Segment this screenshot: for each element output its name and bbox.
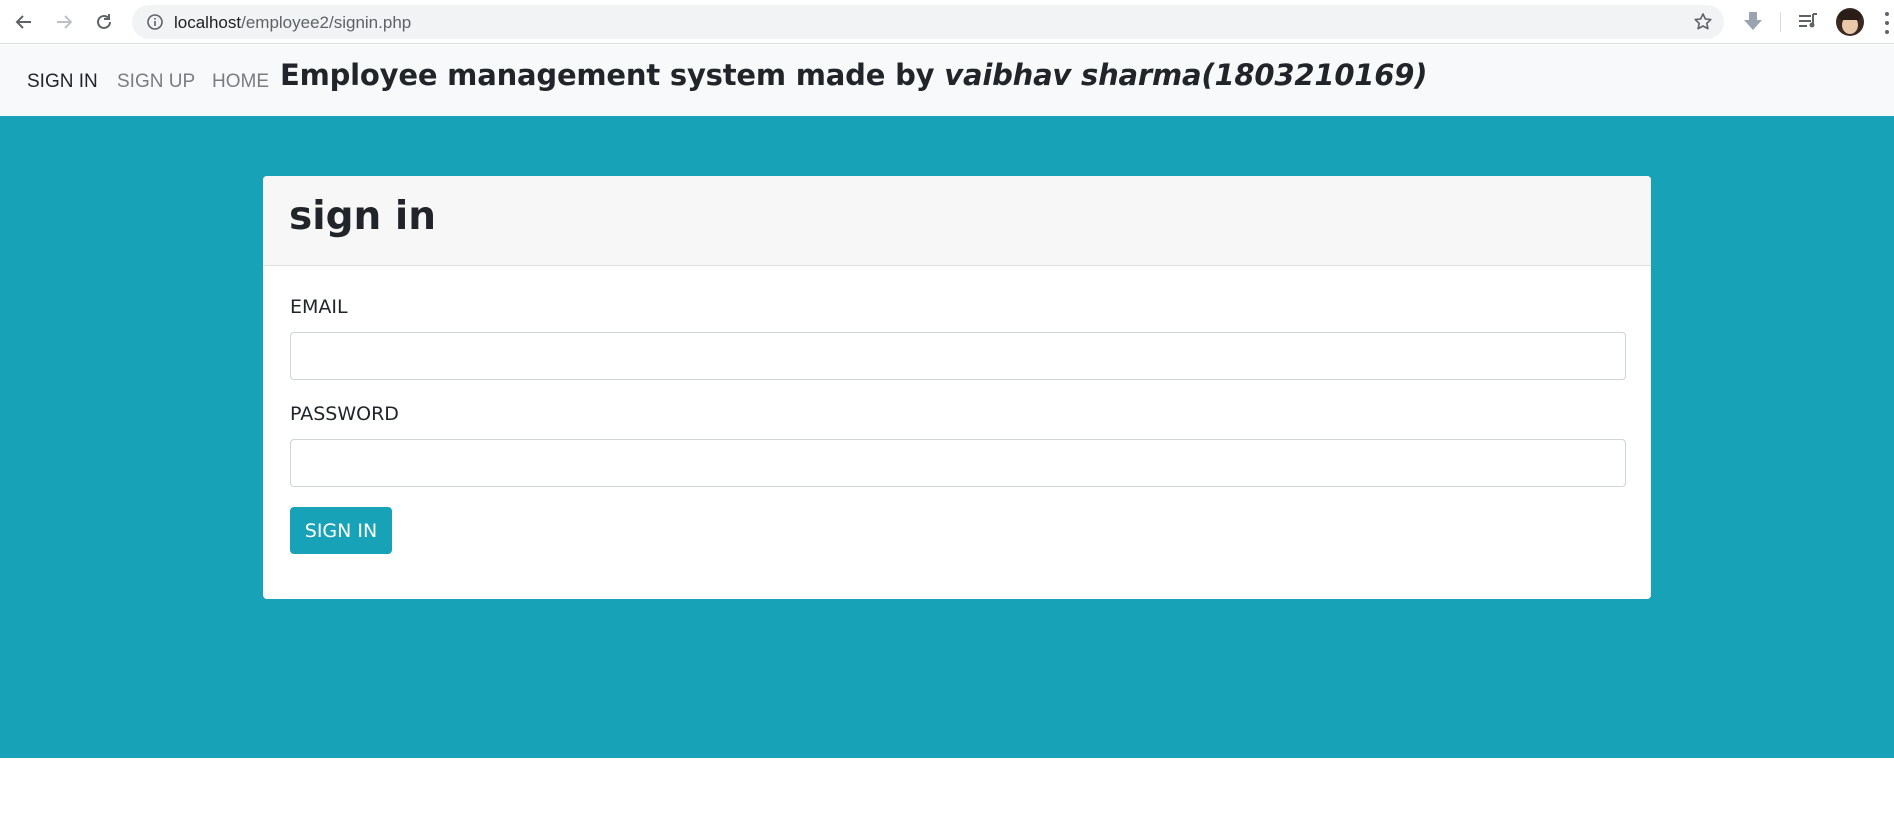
back-button[interactable] — [10, 8, 38, 36]
reload-icon — [97, 14, 111, 29]
nav-link-sign-in[interactable]: SIGN IN — [27, 71, 98, 93]
brand-author: vaibhav sharma(1803210169) — [944, 58, 1428, 92]
download-arrow-icon — [1744, 12, 1762, 30]
browser-toolbar: localhost/employee2/signin.php — [0, 0, 1894, 44]
email-field[interactable] — [290, 332, 1626, 380]
password-field[interactable] — [290, 439, 1626, 487]
forward-button[interactable] — [50, 8, 78, 36]
signin-card: sign in EMAIL PASSWORD SIGN IN — [263, 176, 1651, 599]
sign-in-button[interactable]: SIGN IN — [290, 507, 392, 554]
card-header: sign in — [263, 176, 1651, 266]
brand-prefix: Employee management system made by — [280, 58, 945, 92]
star-icon[interactable] — [1692, 11, 1714, 33]
info-icon[interactable] — [146, 13, 164, 31]
site-navbar: SIGN IN SIGN UP HOME Employee management… — [0, 45, 1894, 116]
email-label: EMAIL — [290, 296, 348, 318]
url-host: localhost — [174, 13, 242, 32]
download-extension-button[interactable] — [1741, 9, 1765, 33]
nav-link-sign-up[interactable]: SIGN UP — [117, 71, 195, 93]
playlist-icon — [1799, 13, 1817, 28]
arrow-right-icon — [57, 15, 73, 29]
url-path: /employee2/signin.php — [241, 13, 412, 32]
avatar[interactable] — [1836, 8, 1864, 36]
toolbar-divider — [1780, 12, 1781, 32]
kebab-menu-icon[interactable] — [1884, 12, 1890, 34]
arrow-left-icon — [15, 15, 31, 29]
address-bar[interactable]: localhost/employee2/signin.php — [132, 5, 1724, 39]
url-text[interactable]: localhost/employee2/signin.php — [174, 13, 411, 33]
avatar-hair — [1839, 10, 1861, 20]
reload-button[interactable] — [90, 8, 118, 36]
media-extension-button[interactable] — [1796, 9, 1820, 33]
site-brand-title: Employee management system made by vaibh… — [280, 58, 1427, 92]
nav-link-home[interactable]: HOME — [212, 71, 269, 93]
card-title: sign in — [289, 194, 436, 239]
password-label: PASSWORD — [290, 403, 399, 425]
